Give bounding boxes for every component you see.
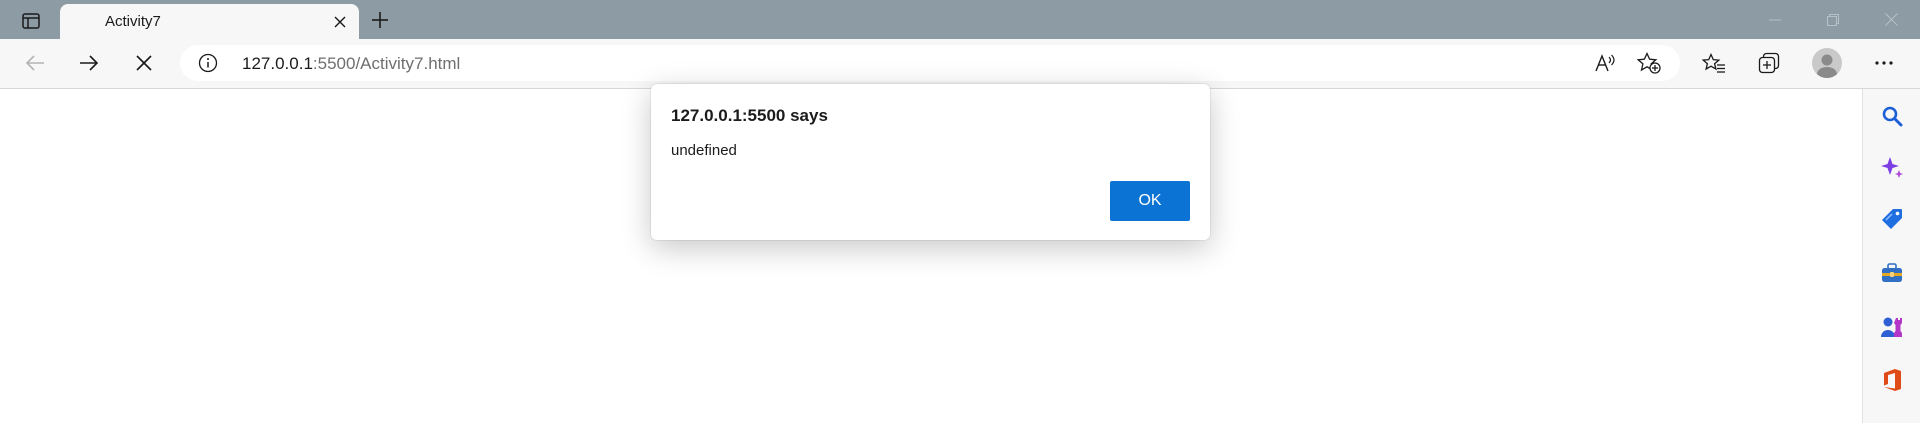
restore-icon (1827, 13, 1839, 26)
close-tab-button[interactable] (329, 11, 351, 33)
read-aloud-button[interactable] (1591, 50, 1619, 76)
dialog-title: 127.0.0.1:5500 says (671, 106, 828, 125)
sidebar-office-button[interactable] (1878, 366, 1906, 394)
sidebar-games-button[interactable] (1878, 313, 1906, 341)
address-url[interactable]: 127.0.0.1:5500/Activity7.html (242, 54, 460, 74)
title-bar: Activity7 (0, 0, 1920, 39)
close-window-icon (1884, 13, 1898, 26)
stop-icon (136, 55, 152, 71)
office-icon (1884, 369, 1901, 391)
edge-sidebar (1862, 89, 1920, 423)
sidebar-copilot-button[interactable] (1878, 154, 1906, 182)
read-aloud-icon (1595, 54, 1615, 72)
url-port-path: :5500/Activity7.html (312, 54, 461, 73)
site-info-button[interactable] (198, 53, 218, 73)
star-add-icon (1637, 52, 1661, 74)
stop-button[interactable] (126, 46, 162, 80)
more-button[interactable] (1866, 46, 1902, 80)
tab-title: Activity7 (105, 13, 161, 30)
ok-button[interactable]: OK (1110, 181, 1190, 221)
more-icon (1875, 61, 1893, 65)
close-window-button[interactable] (1868, 0, 1914, 39)
close-icon (334, 16, 346, 28)
search-icon (1882, 106, 1903, 127)
copilot-icon (1881, 157, 1903, 178)
navigation-toolbar: 127.0.0.1:5500/Activity7.html (0, 39, 1920, 89)
avatar (1817, 54, 1837, 78)
add-favorite-button[interactable] (1635, 50, 1663, 76)
url-host: 127.0.0.1 (242, 54, 313, 73)
favorites-icon (1702, 53, 1725, 73)
tab-actions-button[interactable] (14, 8, 48, 34)
favorites-button[interactable] (1696, 46, 1732, 80)
address-bar[interactable]: 127.0.0.1:5500/Activity7.html (180, 45, 1680, 81)
tab-activity7[interactable]: Activity7 (60, 4, 359, 39)
arrow-right-icon (80, 55, 99, 71)
new-tab-button[interactable] (366, 7, 394, 33)
collections-icon (1758, 52, 1780, 74)
dialog-message: undefined (671, 142, 737, 159)
info-icon (198, 53, 218, 73)
alert-dialog: 127.0.0.1:5500 says undefined OK (651, 84, 1210, 240)
plus-icon (372, 12, 388, 28)
minimize-button[interactable] (1752, 0, 1798, 39)
collections-button[interactable] (1751, 46, 1787, 80)
back-button[interactable] (17, 46, 53, 80)
tab-actions-icon (22, 13, 40, 29)
profile-button[interactable] (1812, 48, 1842, 78)
sidebar-search-button[interactable] (1878, 102, 1906, 130)
arrow-left-icon (25, 55, 44, 71)
restore-button[interactable] (1810, 0, 1856, 39)
forward-button[interactable] (71, 46, 107, 80)
games-icon (1881, 317, 1902, 337)
sidebar-shopping-button[interactable] (1878, 205, 1906, 233)
shopping-tag-icon (1882, 209, 1902, 229)
sidebar-tools-button[interactable] (1878, 259, 1906, 287)
minimize-icon (1769, 19, 1781, 20)
tools-icon (1882, 263, 1902, 282)
